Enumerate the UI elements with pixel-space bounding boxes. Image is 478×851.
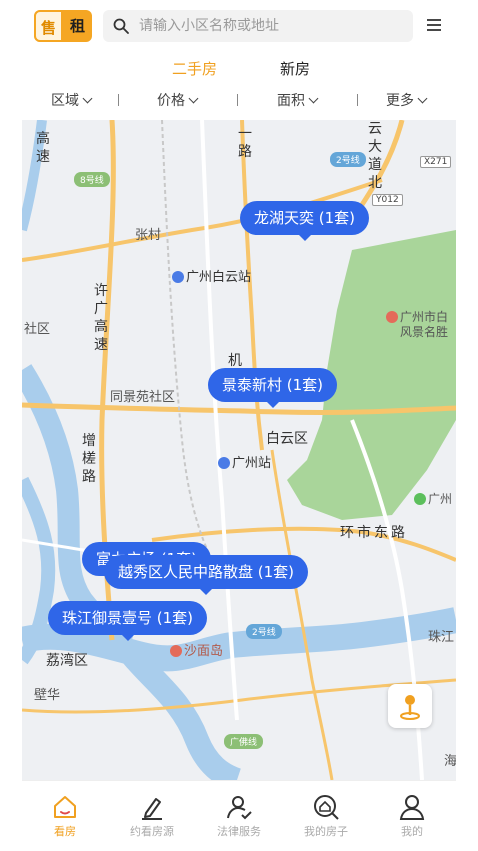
tab-second-hand[interactable]: 二手房 (172, 58, 217, 79)
top-bar: 售 租 请输入小区名称或地址 (22, 8, 458, 46)
sell-rent-toggle[interactable]: 售 租 (34, 10, 92, 42)
map-label: 白云区 (266, 431, 308, 447)
metro-line-badge: 2号线 (246, 624, 282, 639)
scenic-name-line1: 广州市白 (400, 310, 449, 324)
nav-label: 我的房子 (304, 825, 348, 838)
highway-shield: X271 (420, 156, 452, 168)
nav-item-my-house[interactable]: 我的房子 (291, 787, 361, 839)
chevron-down-icon (308, 93, 319, 104)
map-label: 珠江 (428, 630, 455, 645)
station-name: 广州白云站 (186, 270, 252, 285)
park-icon (414, 493, 426, 505)
map-label: 壁华 (34, 688, 61, 703)
search-icon (113, 18, 129, 34)
user-check-icon (227, 796, 252, 820)
divider (237, 94, 238, 106)
map-label: 机 (228, 353, 242, 369)
map-label: 张村 (135, 228, 162, 243)
map-view[interactable]: 高速 许广高速 一路 云大道北 增槎路 张村 广州白云站 社区 同景苑社区 机 … (22, 120, 456, 780)
listing-pin[interactable]: 越秀区人民中路散盘 (1套) (104, 555, 309, 595)
filter-label: 更多 (386, 93, 414, 109)
search-placeholder: 请输入小区名称或地址 (139, 18, 279, 34)
map-label-station: 广州白云站 (172, 266, 251, 285)
sell-mode-button[interactable]: 售 (34, 10, 63, 42)
train-station-icon (172, 271, 184, 283)
chevron-down-icon (188, 93, 199, 104)
nav-label: 看房 (54, 825, 76, 838)
map-label: 社区 (24, 322, 51, 337)
nav-item-legal[interactable]: 法律服务 (204, 787, 274, 839)
filter-label: 面积 (277, 93, 305, 109)
map-label: 荔湾区 (46, 653, 88, 669)
place-name: 沙面岛 (184, 644, 224, 659)
map-label-station: 广州站 (218, 452, 271, 471)
chevron-down-icon (82, 93, 93, 104)
map-label: 海 (444, 754, 456, 769)
filter-area-region[interactable]: 区域 (51, 90, 93, 110)
search-input[interactable]: 请输入小区名称或地址 (103, 10, 413, 42)
nav-item-appointment[interactable]: 约看房源 (117, 787, 187, 839)
listing-pin[interactable]: 景泰新村 (1套) (208, 368, 338, 408)
filter-size[interactable]: 面积 (277, 90, 319, 110)
filter-price[interactable]: 价格 (157, 90, 199, 110)
profile-icon (399, 795, 425, 820)
station-name: 广州站 (232, 456, 272, 471)
bottom-nav: 看房 约看房源 法律服务 我的房子 我的 (22, 780, 456, 851)
rent-mode-button[interactable]: 租 (63, 10, 92, 42)
filter-more[interactable]: 更多 (386, 90, 428, 110)
metro-line-badge: 广佛线 (224, 734, 264, 749)
location-pin-icon (400, 695, 420, 720)
home-search-icon (314, 795, 339, 820)
nav-item-profile[interactable]: 我的 (377, 787, 447, 839)
map-label: 一路 (238, 126, 252, 160)
map-label-shamian: 沙面岛 (170, 640, 223, 659)
divider (118, 94, 119, 106)
locate-button[interactable] (388, 684, 432, 728)
nav-label: 约看房源 (130, 825, 174, 838)
train-station-icon (218, 457, 230, 469)
river-pearl (122, 647, 242, 780)
chevron-down-icon (417, 93, 428, 104)
divider (357, 94, 358, 106)
scenic-spot-icon (170, 645, 182, 657)
map-label: 增槎路 (82, 433, 96, 485)
metro-line-badge: 8号线 (74, 172, 110, 187)
filter-label: 价格 (157, 93, 185, 109)
map-label-scenic: 风景名胜 (400, 325, 449, 339)
menu-icon[interactable] (426, 17, 442, 33)
nav-item-viewing[interactable]: 看房 (30, 787, 100, 839)
nav-label: 我的 (401, 825, 423, 838)
filter-label: 区域 (51, 93, 79, 109)
place-name: 广州 (428, 492, 453, 506)
map-label: 同景苑社区 (110, 390, 176, 405)
tab-new-house[interactable]: 新房 (280, 58, 310, 79)
road (200, 120, 239, 721)
house-icon (54, 796, 76, 818)
scenic-spot-icon (386, 311, 398, 323)
highway-shield: Y012 (372, 194, 403, 206)
map-label: 环市东路 (340, 525, 408, 541)
map-label: 高速 (36, 131, 50, 165)
map-label: 云大道北 (368, 121, 382, 191)
map-label: 广州 (414, 490, 452, 507)
listing-pin[interactable]: 珠江御景壹号 (1套) (48, 601, 208, 641)
pen-icon (142, 798, 162, 820)
listing-pin[interactable]: 龙湖天奕 (1套) (240, 201, 370, 241)
nav-label: 法律服务 (217, 825, 261, 838)
map-label: 许广高速 (94, 283, 108, 353)
metro-line-badge: 2号线 (330, 152, 366, 167)
